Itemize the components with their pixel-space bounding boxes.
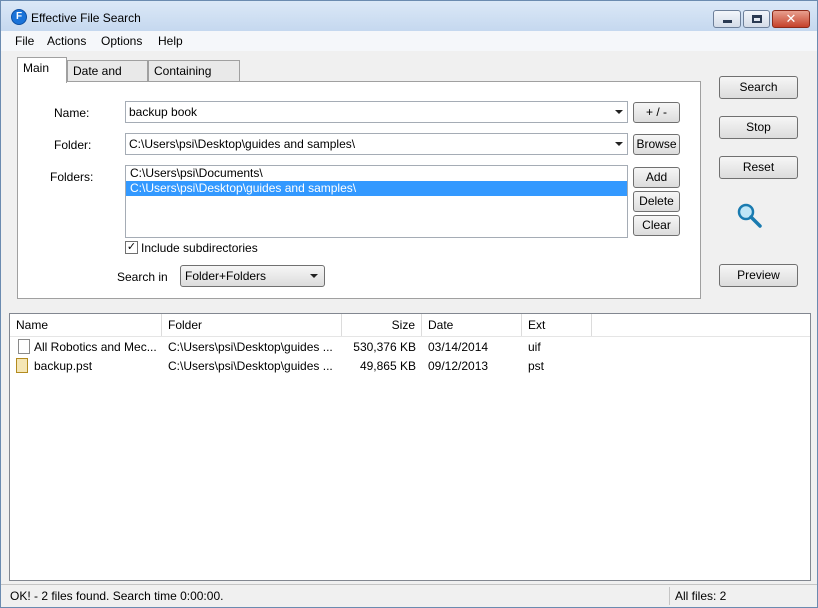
chevron-down-icon[interactable] xyxy=(615,142,623,146)
file-name: All Robotics and Mec... xyxy=(34,340,157,354)
menu-bar: File Actions Options Help xyxy=(1,31,817,51)
include-subdirectories-checkbox[interactable]: ✓ xyxy=(125,241,138,254)
folders-listbox[interactable]: C:\Users\psi\Documents\ C:\Users\psi\Des… xyxy=(125,165,628,238)
column-header-size[interactable]: Size xyxy=(342,314,422,336)
search-button[interactable]: Search xyxy=(719,76,798,99)
include-subdirectories-label[interactable]: Include subdirectories xyxy=(141,241,258,255)
close-icon: ✕ xyxy=(785,11,797,26)
file-date: 09/12/2013 xyxy=(428,359,489,373)
menu-help[interactable]: Help xyxy=(158,34,183,48)
search-in-value: Folder+Folders xyxy=(185,269,267,283)
tab-date-and-size[interactable]: Date and size xyxy=(67,60,148,98)
pst-file-icon xyxy=(16,358,28,373)
magnifier-icon xyxy=(737,203,762,228)
reset-button[interactable]: Reset xyxy=(719,156,798,179)
menu-file[interactable]: File xyxy=(15,34,34,48)
plus-minus-button[interactable]: + / - xyxy=(633,102,680,123)
title-bar[interactable]: F Effective File Search ✕ xyxy=(1,1,817,31)
folder-value: C:\Users\psi\Desktop\guides and samples\ xyxy=(129,137,356,151)
checkmark-icon: ✓ xyxy=(126,241,137,253)
chevron-down-icon[interactable] xyxy=(615,110,623,114)
column-header-folder[interactable]: Folder xyxy=(162,314,342,336)
file-ext: uif xyxy=(528,340,541,354)
add-folder-button[interactable]: Add xyxy=(633,167,680,188)
name-value: backup book xyxy=(129,105,198,119)
window-title: Effective File Search xyxy=(31,11,141,25)
column-header-ext[interactable]: Ext xyxy=(522,314,592,336)
file-folder: C:\Users\psi\Desktop\guides ... xyxy=(168,359,333,373)
tab-containing-text[interactable]: Containing text xyxy=(148,60,240,98)
file-size: 530,376 KB xyxy=(353,340,416,354)
stop-button[interactable]: Stop xyxy=(719,116,798,139)
document-icon xyxy=(18,339,30,354)
minimize-icon xyxy=(723,20,732,23)
file-folder: C:\Users\psi\Desktop\guides ... xyxy=(168,340,333,354)
file-name: backup.pst xyxy=(34,359,93,373)
status-bar: OK! - 2 files found. Search time 0:00:00… xyxy=(1,584,817,607)
maximize-button[interactable] xyxy=(743,10,770,28)
folder-label: Folder: xyxy=(54,138,92,152)
browse-button[interactable]: Browse xyxy=(633,134,680,155)
name-combobox[interactable]: backup book xyxy=(125,101,628,123)
folders-label: Folders: xyxy=(50,170,94,184)
status-divider xyxy=(669,587,670,605)
list-item-selected[interactable]: C:\Users\psi\Desktop\guides and samples\ xyxy=(126,181,627,196)
delete-folder-button[interactable]: Delete xyxy=(633,191,680,212)
file-ext: pst xyxy=(528,359,545,373)
chevron-down-icon xyxy=(310,274,318,278)
search-in-select[interactable]: Folder+Folders xyxy=(180,265,325,287)
list-item[interactable]: C:\Users\psi\Documents\ xyxy=(126,166,627,181)
folder-combobox[interactable]: C:\Users\psi\Desktop\guides and samples\ xyxy=(125,133,628,155)
app-logo-icon: F xyxy=(11,9,27,25)
header-divider xyxy=(10,336,810,337)
menu-actions[interactable]: Actions xyxy=(47,34,86,48)
file-date: 03/14/2014 xyxy=(428,340,489,354)
close-button[interactable]: ✕ xyxy=(772,10,810,28)
column-header-name[interactable]: Name xyxy=(10,314,162,336)
app-window: F Effective File Search ✕ File Actions O… xyxy=(0,0,818,608)
status-message: OK! - 2 files found. Search time 0:00:00… xyxy=(10,589,224,603)
search-in-label: Search in xyxy=(117,270,168,284)
all-files-count: All files: 2 xyxy=(675,589,727,603)
tab-main[interactable]: Main xyxy=(17,57,67,83)
name-label: Name: xyxy=(54,106,90,120)
results-list[interactable]: Name Folder Size Date Ext All Robotics a… xyxy=(9,313,811,581)
file-size: 49,865 KB xyxy=(359,359,416,373)
preview-button[interactable]: Preview xyxy=(719,264,798,287)
maximize-icon xyxy=(752,15,762,23)
clear-folders-button[interactable]: Clear xyxy=(633,215,680,236)
menu-options[interactable]: Options xyxy=(101,34,142,48)
column-header-date[interactable]: Date xyxy=(422,314,522,336)
minimize-button[interactable] xyxy=(713,10,741,28)
